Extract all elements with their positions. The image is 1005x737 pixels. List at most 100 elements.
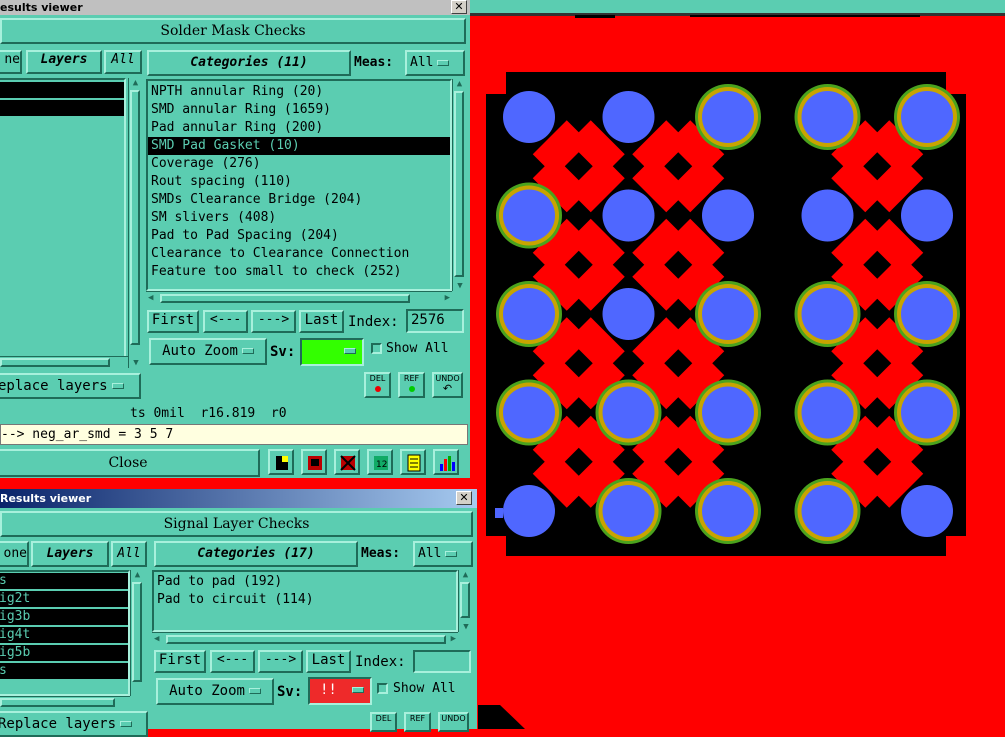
category-item[interactable]: Coverage (276) <box>148 155 450 173</box>
show-all-checkbox[interactable] <box>371 343 382 354</box>
sort-icon[interactable]: 12 <box>367 449 393 475</box>
all-layers-button[interactable]: All <box>111 541 147 567</box>
scroll-right-icon[interactable]: ▶ <box>451 634 456 644</box>
replace-layers-menu[interactable]: Replace layers <box>0 711 148 737</box>
category-item[interactable]: SMD Pad Gasket (10) <box>148 137 450 155</box>
scroll-up-icon[interactable]: ▲ <box>459 570 472 580</box>
delete-button[interactable]: DEL <box>364 372 391 398</box>
prev-button[interactable]: <--- <box>210 650 255 673</box>
undo-button[interactable]: UNDO <box>438 712 469 732</box>
replace-layers-menu[interactable]: eplace layers <box>0 373 141 399</box>
scroll-right-icon[interactable]: ▶ <box>445 293 450 303</box>
scroll-up-icon[interactable]: ▲ <box>453 79 466 89</box>
categories-hscrollbar[interactable]: ◀ ▶ <box>152 632 458 646</box>
scroll-down-icon[interactable]: ▼ <box>460 622 472 632</box>
layer-list[interactable]: s ig2t ig3b ig4t ig5b s <box>0 570 130 696</box>
clear-results-icon[interactable] <box>334 449 360 475</box>
layer-list-scrollbar[interactable]: ▲ ▼ <box>128 78 142 368</box>
all-layers-button[interactable]: All <box>104 50 142 74</box>
none-button[interactable]: one <box>0 541 29 567</box>
scroll-up-icon[interactable]: ▲ <box>131 570 144 580</box>
sv-color-dropdown[interactable] <box>300 338 364 366</box>
auto-zoom-menu[interactable]: Auto Zoom <box>149 338 267 365</box>
category-item[interactable]: NPTH annular Ring (20) <box>148 83 450 101</box>
layer-row[interactable] <box>0 100 124 116</box>
scroll-left-icon[interactable]: ◀ <box>154 634 159 644</box>
delete-button[interactable]: DEL <box>370 712 397 732</box>
layer-row[interactable]: ig3b <box>0 609 128 625</box>
reference-button[interactable]: REF <box>404 712 431 732</box>
scroll-up-icon[interactable]: ▲ <box>129 78 142 88</box>
first-button[interactable]: First <box>147 310 199 333</box>
meas-dropdown[interactable]: All <box>405 50 465 76</box>
highlight-tool-icon[interactable] <box>301 449 327 475</box>
replace-layers-label: Replace layers <box>0 716 117 732</box>
scroll-down-icon[interactable]: ▼ <box>130 358 142 368</box>
layer-row[interactable]: ig4t <box>0 627 128 643</box>
pcb-canvas[interactable] <box>470 0 1005 729</box>
categories-list[interactable]: Pad to pad (192) Pad to circuit (114) <box>152 570 458 632</box>
measure-tool-icon[interactable] <box>268 449 294 475</box>
layer-row[interactable]: s <box>0 663 128 679</box>
layer-row[interactable]: ig5b <box>0 645 128 661</box>
layer-row[interactable] <box>0 82 124 98</box>
scroll-thumb[interactable] <box>130 90 140 345</box>
last-button[interactable]: Last <box>299 310 344 333</box>
histogram-icon[interactable] <box>433 449 459 475</box>
close-button[interactable]: Close <box>0 449 260 477</box>
categories-list[interactable]: NPTH annular Ring (20) SMD annular Ring (… <box>146 79 452 291</box>
category-item[interactable]: Pad to Pad Spacing (204) <box>148 227 450 245</box>
prev-button[interactable]: <--- <box>203 310 248 333</box>
layer-list-scrollbar[interactable]: ▲ <box>130 570 144 696</box>
layer-list-hscrollbar[interactable] <box>0 696 130 708</box>
layer-row[interactable]: ig2t <box>0 591 128 607</box>
categories-hscrollbar[interactable]: ◀ ▶ <box>146 291 452 305</box>
categories-scrollbar[interactable]: ▲ ▼ <box>452 79 466 291</box>
replace-layers-label: eplace layers <box>0 378 108 394</box>
categories-scrollbar[interactable]: ▲ ▼ <box>458 570 472 632</box>
hscroll-thumb[interactable] <box>0 358 110 367</box>
sv-color-dropdown[interactable]: !! <box>308 677 372 705</box>
category-item[interactable]: SM slivers (408) <box>148 209 450 227</box>
scroll-left-icon[interactable]: ◀ <box>148 293 153 303</box>
layer-list[interactable] <box>0 78 126 358</box>
scroll-thumb[interactable] <box>460 582 470 618</box>
meas-dropdown[interactable]: All <box>413 541 473 567</box>
first-button[interactable]: First <box>154 650 206 673</box>
undo-button[interactable]: UNDO ↶ <box>432 372 463 398</box>
reference-button[interactable]: REF <box>398 372 425 398</box>
scroll-thumb[interactable] <box>132 582 142 682</box>
category-item[interactable]: Pad annular Ring (200) <box>148 119 450 137</box>
report-icon[interactable] <box>400 449 426 475</box>
index-input[interactable] <box>413 650 471 673</box>
category-item[interactable]: Pad to pad (192) <box>154 573 456 591</box>
auto-zoom-menu[interactable]: Auto Zoom <box>156 678 274 705</box>
show-all-checkbox[interactable] <box>377 683 388 694</box>
category-item[interactable]: Clearance to Clearance Connection <box>148 245 450 263</box>
categories-button[interactable]: Categories (11) <box>147 50 351 76</box>
last-button[interactable]: Last <box>306 650 351 673</box>
hscroll-thumb[interactable] <box>160 294 410 303</box>
category-item[interactable]: Feature too small to check (252) <box>148 263 450 281</box>
layer-row[interactable]: s <box>0 573 128 589</box>
category-item[interactable]: SMDs Clearance Bridge (204) <box>148 191 450 209</box>
index-input[interactable]: 2576 <box>406 309 464 333</box>
hscroll-thumb[interactable] <box>0 698 115 707</box>
close-window-button[interactable]: ✕ <box>456 491 472 505</box>
category-item[interactable]: Pad to circuit (114) <box>154 591 456 609</box>
scroll-down-icon[interactable]: ▼ <box>454 281 466 291</box>
next-button[interactable]: ---> <box>251 310 296 333</box>
close-window-button[interactable]: ✕ <box>451 0 467 14</box>
hscroll-thumb[interactable] <box>166 635 446 644</box>
window-title-bar[interactable]: esults viewer <box>0 0 470 15</box>
category-item[interactable]: Rout spacing (110) <box>148 173 450 191</box>
scroll-thumb[interactable] <box>454 91 464 277</box>
window-title-bar[interactable]: Results viewer <box>0 489 477 508</box>
next-button[interactable]: ---> <box>258 650 303 673</box>
category-item[interactable]: SMD annular Ring (1659) <box>148 101 450 119</box>
none-button[interactable]: ne <box>0 50 22 74</box>
categories-button[interactable]: Categories (17) <box>154 541 358 567</box>
layers-button[interactable]: Layers <box>31 541 109 567</box>
layers-button[interactable]: Layers <box>26 50 102 74</box>
layer-list-hscrollbar[interactable] <box>0 356 128 368</box>
